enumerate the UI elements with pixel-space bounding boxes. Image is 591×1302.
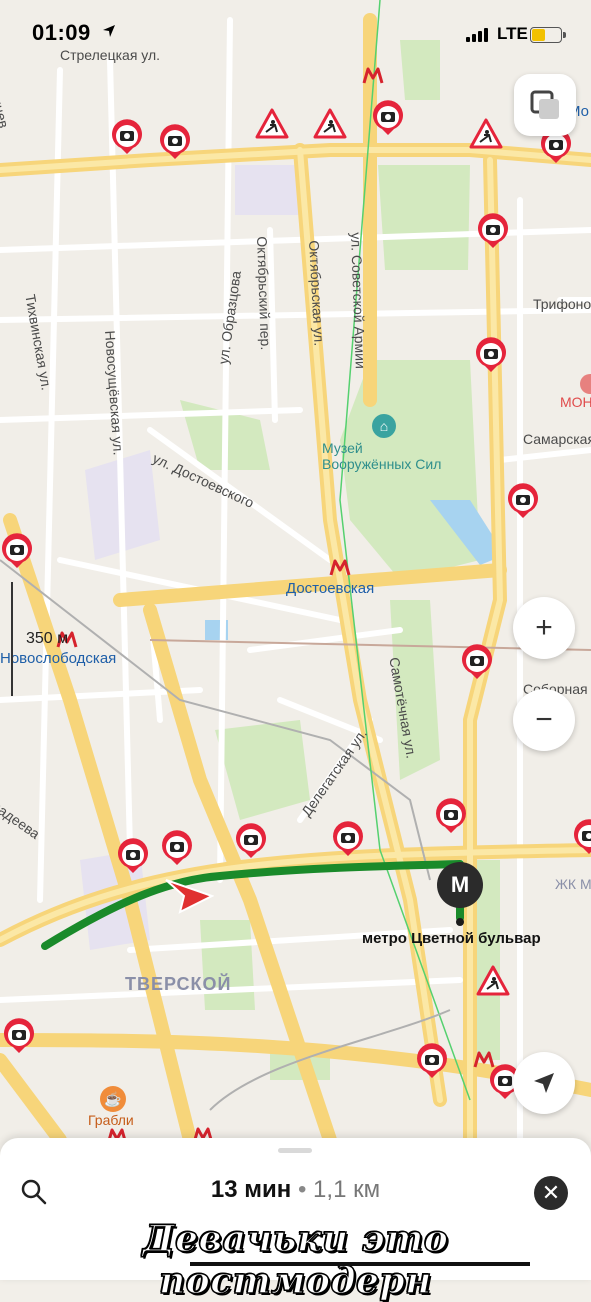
caption-overlay: Девачьки это постмодерн (142, 1217, 449, 1302)
museum-label: Музей Вооружённых Сил (322, 440, 442, 472)
route-duration: 13 мин (210, 1176, 292, 1203)
scale-bar (11, 582, 13, 696)
current-location-arrow-icon (162, 876, 215, 921)
zoom-out-button[interactable]: − (513, 689, 575, 751)
minus-icon: − (535, 703, 553, 736)
close-icon: ✕ (541, 1180, 561, 1205)
plus-icon: + (535, 611, 553, 644)
caption-underline (190, 1262, 530, 1266)
zoom-in-button[interactable]: + (513, 597, 575, 659)
destination-marker[interactable]: M (437, 862, 483, 908)
my-location-button[interactable] (513, 1052, 575, 1114)
street-label: Самарская (523, 431, 591, 447)
route-distance: 1,1 км (313, 1176, 381, 1203)
battery-icon (530, 27, 566, 43)
status-time: 01:09 (32, 20, 91, 45)
monument-poi[interactable]: МОН (560, 374, 591, 410)
network-type: LTE (497, 24, 528, 43)
museum-icon: ⌂ (372, 414, 396, 438)
monument-icon (580, 374, 591, 394)
metro-label-novoslobodskaya: Новослободская (0, 650, 117, 667)
cafe-poi[interactable]: ☕ Грабли (88, 1086, 134, 1128)
street-label: ЖК М (555, 876, 591, 892)
destination-label: метро Цветной бульвар (362, 930, 541, 947)
monument-label: МОН (560, 394, 591, 410)
signal-icon (466, 28, 488, 42)
layers-icon (530, 90, 559, 119)
close-button[interactable]: ✕ (534, 1176, 568, 1210)
street-label: Трифонов (533, 296, 591, 312)
scale-label: 350 м (26, 630, 69, 647)
navigation-arrow-icon (534, 1073, 554, 1093)
map[interactable]: Стрелецкая ул. ул. Двинцев Тихвинская ул… (0, 0, 591, 1145)
drag-handle[interactable] (278, 1148, 312, 1153)
metro-label-dostoevskaya: Достоевская (286, 580, 375, 597)
layers-button[interactable] (514, 74, 576, 136)
destination-dot (456, 918, 464, 926)
district-label: ТВЕРСКОЙ (125, 974, 232, 994)
status-bar: 01:09 LTE (0, 0, 591, 70)
route-summary: 13 мин • 1,1 км (0, 1176, 591, 1204)
separator: • (297, 1176, 307, 1203)
location-arrow-icon (103, 25, 115, 37)
museum-poi[interactable]: ⌂ Музей Вооружённых Сил (322, 414, 462, 472)
cafe-icon: ☕ (100, 1086, 126, 1112)
cafe-label: Грабли (88, 1112, 134, 1128)
